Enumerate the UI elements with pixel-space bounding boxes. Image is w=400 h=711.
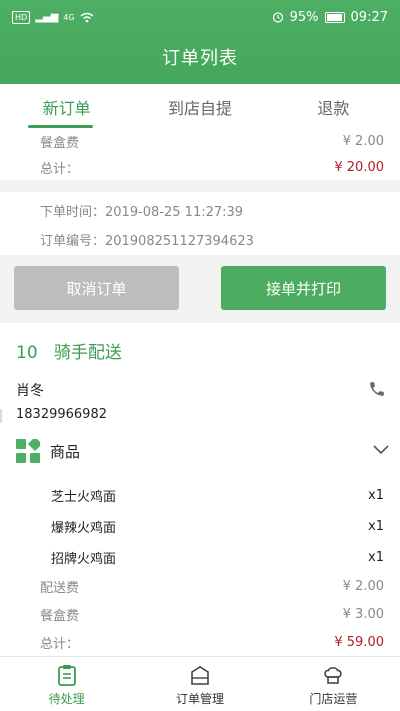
phone-marker [0, 409, 2, 423]
item-qty: x1 [368, 550, 384, 565]
customer-phone[interactable]: 18329966982 [16, 407, 107, 422]
list-item: 爆辣火鸡面 x1 [0, 511, 400, 542]
goods-list: 芝士火鸡面 x1 爆辣火鸡面 x1 招牌火鸡面 x1 [0, 480, 400, 573]
app-header: HD ▂▄▆ 4G 95% 09:27 订单列表 [0, 0, 400, 84]
box-fee-row: 餐盒费 ¥ 3.00 [0, 600, 400, 628]
order-fees: 配送费 ¥ 2.00 餐盒费 ¥ 3.00 总计： ¥ 59.00 [0, 572, 400, 656]
order-tabs: 新订单 到店自提 退款 [0, 84, 400, 128]
total-row: 总计： ¥ 20.00 [0, 154, 400, 180]
order-manage-icon [191, 666, 209, 685]
hd-badge: HD [12, 10, 31, 24]
order-index: 10 [16, 343, 38, 363]
accept-and-print-button[interactable]: 接单并打印 [221, 266, 386, 310]
status-bar: HD ▂▄▆ 4G 95% 09:27 [0, 0, 400, 34]
box-fee-value: ¥ 3.00 [342, 606, 384, 622]
box-fee-label: 餐盒费 [40, 135, 80, 151]
item-qty: x1 [368, 519, 384, 534]
wifi-icon [80, 12, 94, 22]
phone-icon[interactable] [368, 380, 386, 398]
delivery-fee-label: 配送费 [40, 580, 80, 596]
box-fee-label: 餐盒费 [40, 608, 80, 624]
box-fee-row: 餐盒费 ¥ 2.00 [0, 128, 400, 154]
item-name: 招牌火鸡面 [51, 552, 117, 567]
goods-label: 商品 [50, 443, 81, 461]
clock: 09:27 [350, 9, 388, 25]
page-title: 订单列表 [162, 48, 238, 69]
total-value: ¥ 20.00 [334, 159, 384, 175]
nav-store-ops[interactable]: 门店运营 [267, 657, 400, 711]
goods-icon [16, 439, 40, 463]
box-fee-value: ¥ 2.00 [342, 133, 384, 149]
previous-order-fees: 餐盒费 ¥ 2.00 总计： ¥ 20.00 [0, 128, 400, 180]
order-meta: 下单时间：2019-08-25 11:27:39 订单编号：2019082511… [0, 192, 400, 255]
item-qty: x1 [368, 488, 384, 503]
order-heading: 10 骑手配送 [16, 338, 122, 363]
item-name: 爆辣火鸡面 [51, 521, 117, 536]
network-label: 4G [63, 12, 75, 22]
total-value: ¥ 59.00 [334, 634, 384, 650]
order-number: 订单编号：201908251127394623 [40, 234, 254, 249]
order-card: 10 骑手配送 肖冬 18329966982 商品 芝士火鸡面 x1 爆辣火鸡面… [0, 323, 400, 656]
signal-icon: ▂▄▆ [35, 11, 59, 23]
bottom-nav: 待处理 订单管理 门店运营 [0, 656, 400, 711]
chevron-down-icon[interactable] [372, 441, 390, 459]
total-row: 总计： ¥ 59.00 [0, 628, 400, 656]
clipboard-icon [57, 665, 76, 686]
nav-pending[interactable]: 待处理 [0, 657, 133, 711]
delivery-fee-value: ¥ 2.00 [342, 578, 384, 594]
order-actions: 取消订单 接单并打印 [0, 255, 400, 323]
delivery-type: 骑手配送 [53, 343, 122, 363]
delivery-fee-row: 配送费 ¥ 2.00 [0, 572, 400, 600]
nav-order-manage[interactable]: 订单管理 [133, 657, 266, 711]
tab-new-orders[interactable]: 新订单 [0, 84, 133, 128]
tab-refund[interactable]: 退款 [267, 84, 400, 128]
nav-label: 门店运营 [309, 692, 358, 706]
total-label: 总计： [40, 161, 80, 177]
chef-hat-icon [324, 667, 343, 684]
customer-name: 肖冬 [16, 383, 44, 399]
order-time: 下单时间：2019-08-25 11:27:39 [40, 205, 244, 220]
battery-icon [324, 11, 345, 23]
list-item: 招牌火鸡面 x1 [0, 542, 400, 573]
tab-pickup[interactable]: 到店自提 [133, 84, 266, 128]
battery-percent: 95% [289, 9, 319, 25]
item-name: 芝士火鸡面 [51, 490, 117, 505]
cancel-order-button[interactable]: 取消订单 [14, 266, 179, 310]
nav-label: 订单管理 [175, 692, 224, 706]
list-item: 芝士火鸡面 x1 [0, 480, 400, 511]
nav-label: 待处理 [48, 692, 85, 706]
total-label: 总计： [40, 636, 80, 652]
alarm-icon [272, 12, 283, 23]
